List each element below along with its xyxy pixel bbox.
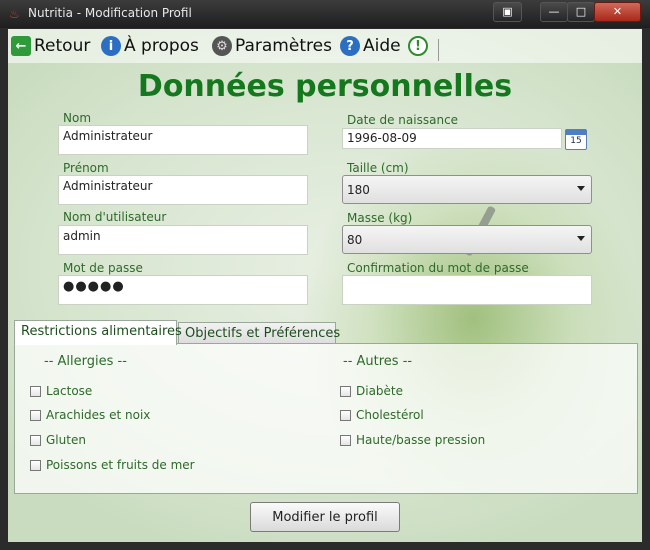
checkbox-gluten[interactable]: Gluten — [30, 433, 86, 447]
modify-profile-button[interactable]: Modifier le profil — [250, 502, 400, 532]
checkbox-lactose[interactable]: Lactose — [30, 384, 92, 398]
app-logo-icon: ♨ — [9, 7, 20, 21]
chevron-down-icon — [577, 236, 585, 241]
password-field[interactable]: ●●●●● — [58, 275, 308, 305]
question-icon: ? — [340, 36, 360, 56]
prenom-label: Prénom — [63, 161, 109, 175]
confirm-password-field[interactable] — [342, 275, 592, 305]
checkbox-label: Haute/basse pression — [356, 433, 486, 447]
back-label: Retour — [34, 36, 91, 56]
checkbox-box[interactable] — [30, 409, 41, 421]
toolbar: ← Retour i À propos ⚙ Paramètres ? Aide … — [8, 29, 642, 63]
app-window: ♨ Nutritia - Modification Profil ▣ — □ ✕… — [0, 0, 650, 550]
close-button[interactable]: ✕ — [594, 2, 641, 22]
username-label: Nom d'utilisateur — [63, 210, 167, 224]
checkbox-blood-pressure[interactable]: Haute/basse pression — [340, 433, 485, 447]
checkbox-seafood[interactable]: Poissons et fruits de mer — [30, 458, 195, 472]
restrictions-panel: -- Allergies -- -- Autres -- Lactose Ara… — [14, 343, 638, 494]
checkbox-box[interactable] — [340, 409, 351, 421]
arrow-left-icon: ← — [11, 36, 31, 56]
window-title: Nutritia - Modification Profil — [28, 6, 192, 20]
back-button[interactable]: ← Retour — [11, 34, 90, 58]
mass-label: Masse (kg) — [347, 211, 413, 225]
profile-form-area: ← Retour i À propos ⚙ Paramètres ? Aide … — [8, 29, 642, 542]
checkbox-label: Poissons et fruits de mer — [46, 458, 195, 472]
gear-icon: ⚙ — [212, 36, 232, 56]
mass-select[interactable]: 80 — [342, 225, 592, 254]
checkbox-cholesterol[interactable]: Cholestérol — [340, 408, 424, 422]
title-bar[interactable]: ♨ Nutritia - Modification Profil ▣ — □ ✕ — [0, 0, 650, 28]
page-title: Données personnelles — [137, 69, 513, 104]
others-header: -- Autres -- — [343, 354, 413, 369]
tab-restrictions[interactable]: Restrictions alimentaires — [14, 320, 182, 345]
checkbox-label: Gluten — [46, 433, 86, 447]
checkbox-box[interactable] — [340, 434, 351, 446]
height-select[interactable]: 180 — [342, 175, 592, 204]
checkbox-label: Arachides et noix — [46, 408, 151, 422]
about-button[interactable]: i À propos — [101, 34, 199, 58]
minimize-button[interactable]: — — [540, 2, 568, 22]
password-label: Mot de passe — [63, 261, 143, 275]
birthdate-label: Date de naissance — [347, 113, 459, 127]
confirm-password-label: Confirmation du mot de passe — [347, 261, 529, 275]
checkbox-box[interactable] — [30, 459, 41, 471]
checkbox-peanuts[interactable]: Arachides et noix — [30, 408, 150, 422]
calendar-day: 15 — [570, 136, 582, 146]
tab-objectives[interactable]: Objectifs et Préférences — [178, 322, 340, 344]
calendar-icon[interactable]: 15 — [565, 129, 587, 150]
checkbox-label: Cholestérol — [356, 408, 424, 422]
prenom-field[interactable]: Administrateur — [58, 175, 308, 205]
info-icon: i — [101, 36, 121, 56]
about-label: À propos — [124, 36, 199, 56]
checkbox-box[interactable] — [340, 385, 351, 397]
maximize-button[interactable]: □ — [567, 2, 595, 22]
checkbox-diabetes[interactable]: Diabète — [340, 384, 403, 398]
help-label: Aide — [363, 36, 401, 56]
mass-value: 80 — [347, 233, 363, 247]
toolbar-overflow-grip[interactable] — [438, 39, 445, 61]
nom-field[interactable]: Administrateur — [58, 125, 308, 155]
restore-window-button[interactable]: ▣ — [493, 2, 522, 22]
nom-label: Nom — [63, 111, 92, 125]
checkbox-label: Lactose — [46, 384, 93, 398]
birthdate-field[interactable]: 1996-08-09 — [342, 128, 562, 149]
help-button[interactable]: ? Aide — [340, 34, 401, 58]
username-field[interactable]: admin — [58, 225, 308, 255]
chevron-down-icon — [577, 186, 585, 191]
checkbox-label: Diabète — [356, 384, 404, 398]
exclamation-icon: ! — [408, 36, 428, 56]
checkbox-box[interactable] — [30, 385, 41, 397]
allergies-header: -- Allergies -- — [44, 354, 127, 369]
settings-button[interactable]: ⚙ Paramètres — [212, 34, 332, 58]
status-button[interactable]: ! — [408, 34, 431, 58]
height-label: Taille (cm) — [347, 161, 409, 175]
settings-label: Paramètres — [235, 36, 332, 56]
checkbox-box[interactable] — [30, 434, 41, 446]
height-value: 180 — [347, 183, 370, 197]
